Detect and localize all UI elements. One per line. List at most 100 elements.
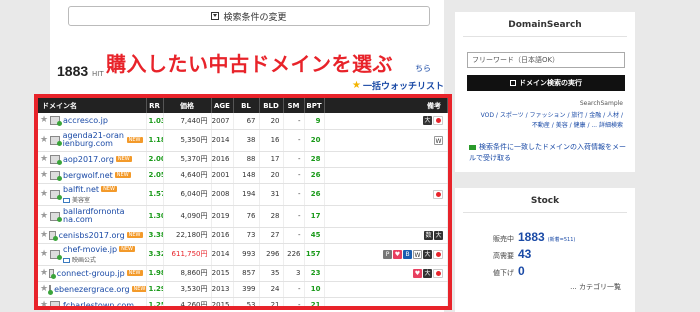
watch-box-icon[interactable] [50, 189, 62, 200]
new-badge: NEW [119, 246, 135, 252]
domain-name-link[interactable]: ebenezergrace.org [54, 285, 129, 294]
search-change-button[interactable]: 検索条件の変更 [68, 6, 430, 26]
sm-cell: - [283, 151, 305, 168]
table-row[interactable]: ★ accresco.jp 1.037,440円20076720-9 大 [38, 113, 448, 130]
bpt-cell: 26 [304, 167, 325, 184]
table-row[interactable]: ★fcharlestown.com1.254,260円20155321-21 [38, 297, 448, 307]
star-outline-icon[interactable]: ★ [40, 170, 49, 180]
bl-cell: 67 [233, 113, 260, 130]
stock-selling: 販売中 1883 (新着=511) [493, 230, 575, 244]
bld-cell: 24 [259, 281, 284, 298]
category-list-link[interactable]: ... カテゴリ一覧 [570, 282, 621, 292]
watchlist-all-link[interactable]: ★ 一括ウォッチリスト [352, 79, 444, 92]
stock-discount-label: 値下げ [493, 269, 514, 277]
star-outline-icon[interactable]: ★ [40, 116, 49, 125]
star-outline-icon[interactable]: ★ [40, 268, 48, 278]
notes-cell: ♥ 大 [324, 265, 448, 282]
rr-cell: 1.25 [146, 297, 164, 306]
col-bpt[interactable]: BPT [304, 98, 325, 113]
table-row[interactable]: ★ bergwolf.netNEW 2.054,640円200114820-26 [38, 167, 448, 184]
star-outline-icon[interactable]: ★ [40, 135, 49, 145]
domain-cell: ★ bergwolf.net NEW [38, 167, 147, 184]
table-row[interactable]: ★ aop2017.orgNEW 2.005,370円20168817-28 [38, 151, 448, 168]
watch-box-icon[interactable] [50, 211, 62, 222]
japan-flag-icon [433, 189, 443, 199]
new-badge: NEW [101, 186, 117, 192]
watch-box-icon[interactable] [50, 300, 62, 306]
star-outline-icon[interactable]: ★ [40, 189, 49, 199]
star-outline-icon[interactable]: ★ [40, 249, 49, 259]
watch-box-icon[interactable] [50, 154, 62, 165]
table-row[interactable]: ★ chef-movie.jpNEW 映画公式 3.32611,750円2014993… [38, 243, 448, 266]
stock-selling-value[interactable]: 1883 [518, 230, 545, 244]
domain-search-button[interactable]: ドメイン検索の実行 [467, 75, 625, 91]
watch-box-icon[interactable] [49, 268, 56, 279]
age-cell: 2014 [211, 129, 234, 152]
col-age[interactable]: AGE [211, 98, 234, 113]
pocket-icon: ♥ [393, 249, 402, 259]
dai-icon: 大 [434, 230, 443, 240]
bld-cell: 20 [259, 113, 284, 130]
table-row[interactable]: ★agenda21-oranienburg.comNEW1.185,350円20… [38, 129, 448, 152]
stock-demand-value[interactable]: 43 [518, 247, 531, 261]
domain-name-link[interactable]: agenda21-oranienburg.com [63, 132, 125, 148]
table-row[interactable]: ★ connect-group.jpNEW1.988,860円2015857353… [38, 265, 448, 282]
monitor-icon [63, 257, 70, 263]
watchlist-all-label: 一括ウォッチリスト [362, 82, 444, 92]
suu-icon: 数 [424, 230, 433, 240]
watch-box-icon[interactable] [49, 135, 62, 146]
star-outline-icon[interactable]: ★ [40, 211, 49, 221]
new-badge: NEW [126, 270, 143, 276]
stock-panel: Stock 販売中 1883 (新着=511) 高需要 43 値下げ 0 ...… [455, 188, 635, 312]
col-bld[interactable]: BLD [259, 98, 284, 113]
domain-name-link[interactable]: ballardfornontana.com [63, 208, 125, 224]
stock-discount-value[interactable]: 0 [518, 264, 525, 278]
domain-name-link[interactable]: cenisbs2017.org [59, 231, 125, 240]
bpt-cell: 17 [304, 205, 325, 228]
table-row[interactable]: ★ cenisbs2017.orgNEW3.3822,180円20167327-4… [38, 227, 448, 244]
notes-cell: 大 [324, 113, 448, 130]
domain-name-link[interactable]: connect-group.jp [57, 269, 125, 278]
age-cell: 2014 [211, 243, 234, 266]
domain-name-link[interactable]: bergwolf.net [63, 171, 113, 180]
col-domain[interactable]: ドメイン名 [38, 98, 147, 113]
table-row[interactable]: ★ balfit.netNEW 美容室 1.576,040円200819431-26 [38, 183, 448, 206]
watch-box-icon[interactable] [49, 230, 58, 241]
watch-box-icon[interactable] [50, 249, 62, 260]
price-cell: 8,860円 [163, 265, 212, 282]
envelope-icon [469, 144, 476, 150]
mail-notify-link[interactable]: 検索条件に一致したドメインの入荷情報をメールで受け取る [469, 142, 629, 164]
domain-name-link[interactable]: accresco.jp [63, 116, 108, 125]
search-sample-links[interactable]: VOD / スポーツ / ファッション / 旅行 / 金融 / 人材 / 不動産… [475, 111, 623, 131]
sm-cell: - [283, 227, 305, 244]
domain-name-link[interactable]: fcharlestown.com [63, 301, 134, 307]
domain-name-link[interactable]: chef-movie.jp [63, 245, 117, 254]
domain-name-link[interactable]: aop2017.org [63, 155, 114, 164]
col-rr[interactable]: RR [146, 98, 164, 113]
bld-cell: 20 [259, 167, 284, 184]
col-sm[interactable]: SM [283, 98, 305, 113]
col-notes: 備考 [324, 98, 448, 113]
watch-box-icon[interactable] [50, 116, 62, 127]
rr-cell: 3.32 [146, 243, 164, 266]
watch-box-icon[interactable] [50, 170, 62, 181]
domain-name-link[interactable]: balfit.net [63, 185, 99, 194]
monitor-icon [63, 197, 70, 203]
star-outline-icon[interactable]: ★ [40, 300, 49, 306]
age-cell: 2016 [211, 227, 234, 244]
star-outline-icon[interactable]: ★ [40, 284, 48, 294]
domain-cell: ★ agenda21-oranienburg.com NEW [38, 129, 147, 152]
table-body: ★accresco.jp1.037,440円20076720-9大★agenda… [38, 113, 448, 307]
col-price[interactable]: 価格 [163, 98, 212, 113]
notes-cell: 数大 [324, 227, 448, 244]
table-row[interactable]: ★ ebenezergrace.orgNEW1.293,530円201339924… [38, 281, 448, 298]
star-outline-icon[interactable]: ★ [40, 154, 49, 164]
free-word-input[interactable] [467, 52, 625, 68]
kochira-link[interactable]: ちら [415, 63, 431, 74]
table-row[interactable]: ★ ballardfornontana.com 1.304,090円20197628… [38, 205, 448, 228]
domain-search-title: DomainSearch [463, 12, 627, 37]
col-bl[interactable]: BL [233, 98, 260, 113]
star-outline-icon[interactable]: ★ [40, 230, 48, 240]
watch-box-icon[interactable] [48, 284, 54, 295]
notes-cell [324, 205, 448, 228]
